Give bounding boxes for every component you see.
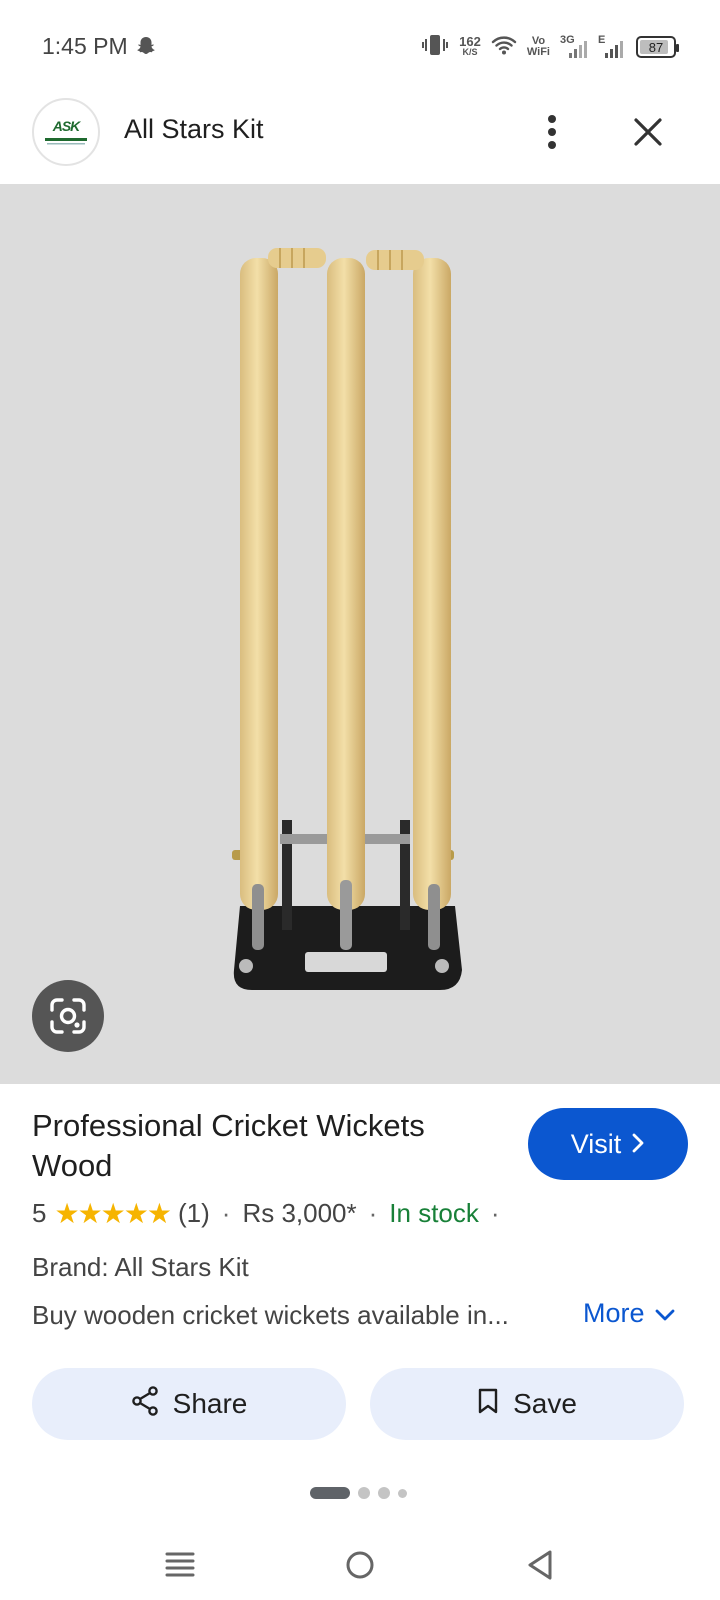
separator: · — [221, 1198, 231, 1228]
battery-level: 87 — [648, 39, 664, 55]
site-logo[interactable]: ASK — [32, 98, 100, 166]
bookmark-icon — [477, 1387, 499, 1422]
share-button[interactable]: Share — [32, 1368, 346, 1440]
visit-button[interactable]: Visit — [528, 1108, 688, 1180]
status-time: 1:45 PM — [42, 33, 128, 59]
signal-icon — [568, 39, 588, 64]
signal-3g: 3G — [560, 35, 588, 59]
review-count[interactable]: (1) — [178, 1198, 210, 1229]
share-label: Share — [172, 1388, 248, 1419]
share-icon — [131, 1385, 159, 1423]
brand-text: Brand: All Stars Kit — [32, 1252, 249, 1282]
status-bar: 1:45 PM 162 K/S Vo WiFi 3G E 87 — [0, 0, 720, 94]
snapchat-ghost-icon — [136, 36, 156, 61]
page-dot[interactable] — [398, 1488, 407, 1498]
page-dot-active[interactable] — [310, 1487, 350, 1499]
price: Rs 3,000* — [242, 1198, 357, 1228]
close-icon[interactable] — [626, 110, 670, 154]
signal-icon — [604, 39, 624, 64]
system-nav-bar — [0, 1530, 720, 1600]
net-speed: 162 K/S — [459, 34, 481, 58]
volte-indicator: Vo WiFi — [527, 36, 550, 58]
logo-text: ASK — [52, 118, 81, 134]
save-button[interactable]: Save — [370, 1368, 684, 1440]
more-label: More — [583, 1298, 645, 1328]
vibrate-icon — [421, 33, 449, 62]
more-button[interactable]: More — [583, 1298, 675, 1329]
wifi-icon — [491, 34, 517, 61]
chevron-down-icon — [655, 1298, 675, 1329]
stock-status: In stock — [389, 1198, 479, 1228]
star-rating-icon: ★★★★★ — [54, 1198, 172, 1229]
cricket-wickets-illustration — [232, 248, 462, 990]
separator: · — [490, 1198, 500, 1228]
battery-icon: 87 — [636, 36, 679, 58]
more-vert-icon[interactable] — [532, 112, 572, 152]
rating-value: 5 — [32, 1198, 47, 1228]
site-header: ASK All Stars Kit — [0, 94, 720, 184]
page-dot[interactable] — [358, 1487, 370, 1499]
product-image[interactable] — [0, 184, 720, 1084]
home-circle-icon[interactable] — [335, 1540, 385, 1590]
save-label: Save — [513, 1388, 577, 1419]
signal-e: E — [598, 35, 626, 59]
product-description: Buy wooden cricket wickets available in.… — [32, 1300, 509, 1330]
separator: · — [368, 1198, 378, 1228]
menu-icon[interactable] — [155, 1540, 205, 1590]
google-lens-icon[interactable] — [32, 980, 104, 1052]
chevron-right-icon — [631, 1129, 645, 1160]
back-triangle-icon[interactable] — [515, 1540, 565, 1590]
volte-bottom: WiFi — [526, 46, 550, 58]
page-indicator — [310, 1487, 407, 1499]
visit-label: Visit — [570, 1128, 622, 1159]
status-icons: 162 K/S Vo WiFi 3G E 87 — [421, 30, 679, 64]
product-title: Professional Cricket Wickets Wood — [32, 1108, 425, 1183]
page-dot[interactable] — [378, 1487, 390, 1499]
net-speed-value: 162 — [459, 34, 481, 49]
rating-row: 5 ★★★★★ (1) · Rs 3,000* · In stock · — [32, 1197, 512, 1230]
site-name: All Stars Kit — [124, 114, 264, 144]
